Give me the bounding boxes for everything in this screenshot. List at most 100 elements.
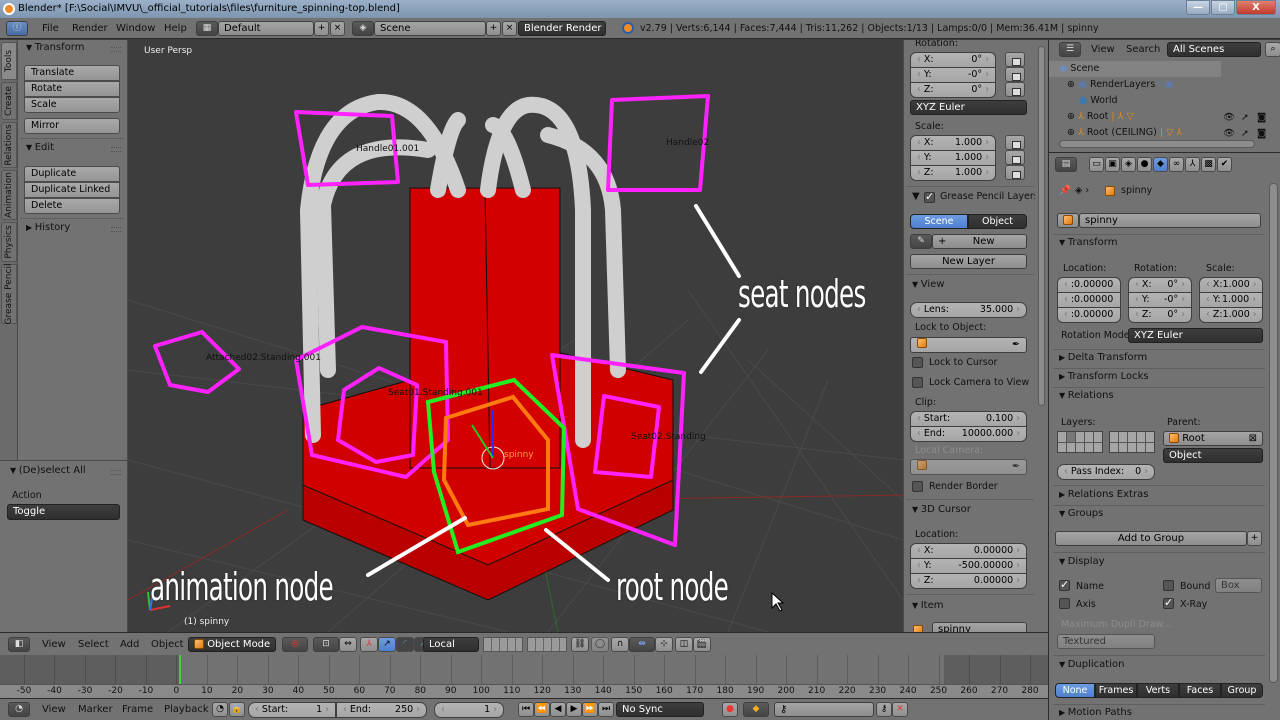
scale-x-field[interactable]: X:1.000 xyxy=(910,135,996,151)
transform-locks-header[interactable]: Transform Locks xyxy=(1059,371,1149,382)
search-icon[interactable]: ⌕ xyxy=(1265,42,1280,57)
tab-animation[interactable]: Animation xyxy=(1,170,17,220)
close-button[interactable]: X xyxy=(1236,0,1276,15)
rotation-x-field[interactable]: X:0° xyxy=(910,52,996,68)
current-frame-marker[interactable] xyxy=(179,655,181,685)
play-icon[interactable]: ▶ xyxy=(566,702,582,717)
expand-icon[interactable]: ⊕ xyxy=(1067,111,1075,122)
remove-layout-button[interactable]: × xyxy=(330,21,345,36)
add-scene-button[interactable]: + xyxy=(486,21,501,36)
cursor-x-field[interactable]: X:0.00000 xyxy=(910,543,1027,559)
outliner-filter-select[interactable]: All Scenes xyxy=(1167,42,1261,57)
pencil-icon[interactable]: ✎ xyxy=(910,234,932,249)
scale-z-field[interactable]: Z:1.000 xyxy=(910,165,996,181)
object-data-tab-icon[interactable]: ⅄ xyxy=(1185,157,1200,172)
record-keyframe-icon[interactable]: ● xyxy=(722,702,738,717)
insert-keyframe-icon[interactable]: ⚷ xyxy=(876,702,892,717)
select-arrow-icon[interactable]: ➚ xyxy=(1241,128,1249,139)
layers-grid-1[interactable] xyxy=(1057,431,1103,453)
shading-mode-icon[interactable]: ◎ xyxy=(282,637,308,652)
keying-set-field[interactable]: ⚷ xyxy=(774,702,874,717)
duplication-header[interactable]: Duplication xyxy=(1059,659,1125,670)
gp-new-button[interactable]: + New xyxy=(932,234,1027,249)
display-axis-checkbox[interactable] xyxy=(1059,598,1070,609)
cursor-z-field[interactable]: Z:0.00000 xyxy=(910,573,1027,589)
scale-y-field[interactable]: Y:1.000 xyxy=(1199,292,1263,308)
clip-end-field[interactable]: End:10000.000 xyxy=(910,426,1027,442)
parent-field[interactable]: Root ⊠ xyxy=(1163,431,1263,446)
pivot-point-icon[interactable]: ⊡ xyxy=(313,637,339,652)
jump-next-key-icon[interactable]: ⏩ xyxy=(582,702,598,717)
item-name-field[interactable]: spinny xyxy=(932,622,1027,632)
add-to-group-button[interactable]: Add to Group xyxy=(1055,531,1247,546)
start-frame-field[interactable]: Start:1 xyxy=(248,702,336,718)
new-layer-button[interactable]: New Layer xyxy=(910,254,1027,269)
panel-grip-icon[interactable] xyxy=(111,470,121,475)
pin-icon[interactable]: 📌 xyxy=(1059,185,1071,196)
menu-window[interactable]: Window xyxy=(116,23,155,34)
panel-grip-icon[interactable] xyxy=(111,147,121,152)
gp-object-tab[interactable]: Object xyxy=(968,214,1027,229)
keying-mode-icon[interactable]: ◆ xyxy=(743,702,769,717)
lock-icon[interactable] xyxy=(1005,52,1025,67)
render-border-checkbox[interactable] xyxy=(912,481,923,492)
physics-tab-icon[interactable]: ✔ xyxy=(1217,157,1232,172)
maximize-button[interactable]: ▢ xyxy=(1211,0,1235,15)
lock-range-icon[interactable]: 🔒 xyxy=(229,702,245,717)
cursor-y-field[interactable]: Y:-500.00000 xyxy=(910,558,1027,574)
translate-button[interactable]: Translate xyxy=(24,65,120,81)
remove-scene-button[interactable]: × xyxy=(502,21,517,36)
lens-field[interactable]: Lens:35.000 xyxy=(910,302,1027,318)
object-browse-icon[interactable] xyxy=(1057,213,1079,228)
timeline-menu-marker[interactable]: Marker xyxy=(78,704,113,715)
panel-grip-icon[interactable] xyxy=(111,227,121,232)
history-panel-header[interactable]: History xyxy=(26,222,71,233)
object-name-field[interactable]: spinny xyxy=(1079,213,1261,228)
scene-layers-1[interactable] xyxy=(483,637,523,652)
timeline-menu-view[interactable]: View xyxy=(42,704,66,715)
scale-y-field[interactable]: Y:1.000 xyxy=(910,150,996,166)
relations-header[interactable]: Relations xyxy=(1059,390,1114,401)
timeline-ruler[interactable]: -50 -40 -30 -20 -10 0 10 20 30 40 50 60 70 80 90 100 110… xyxy=(0,684,1048,698)
3d-cursor-panel-header[interactable]: 3D Cursor xyxy=(912,504,971,515)
outliner-item-root[interactable]: ⊕ ⅄ Root | ⅄ ▽ xyxy=(1067,109,1237,125)
outliner-item-world[interactable]: ● World xyxy=(1079,93,1249,109)
rotate-manipulator-icon[interactable]: ◜ xyxy=(396,637,414,652)
rotation-z-field[interactable]: Z:0° xyxy=(910,82,996,98)
texture-tab-icon[interactable]: ▩ xyxy=(1201,157,1216,172)
delta-transform-header[interactable]: Delta Transform xyxy=(1059,352,1148,363)
constraints-tab-icon[interactable]: ∞ xyxy=(1169,157,1184,172)
snap-icon[interactable]: ∩ xyxy=(611,637,629,652)
display-bound-checkbox[interactable] xyxy=(1163,580,1174,591)
current-frame-field[interactable]: 1 xyxy=(434,702,504,718)
tab-physics[interactable]: Physics xyxy=(1,222,17,262)
clear-parent-icon[interactable]: ⊠ xyxy=(1249,432,1257,445)
render-camera-icon[interactable]: ◙ xyxy=(1257,128,1266,139)
rotate-button[interactable]: Rotate xyxy=(24,81,120,97)
object-tab-icon[interactable]: ◆ xyxy=(1153,157,1168,172)
jump-start-icon[interactable]: ⏮ xyxy=(518,702,534,717)
timeline-menu-playback[interactable]: Playback xyxy=(164,704,209,715)
duplicate-button[interactable]: Duplicate xyxy=(24,166,120,182)
visibility-eye-icon[interactable]: 👁 xyxy=(1223,112,1235,123)
duplication-faces[interactable]: Faces xyxy=(1179,683,1221,698)
editor-type-info-icon[interactable]: ⓘ xyxy=(6,21,28,36)
render-tab-icon[interactable]: ▭ xyxy=(1089,157,1104,172)
tab-relations[interactable]: Relations xyxy=(1,122,17,168)
grease-pencil-expand-icon[interactable]: ▼ xyxy=(912,191,920,202)
scale-x-field[interactable]: X:1.000 xyxy=(1199,277,1263,293)
scene-icon[interactable]: ◈ xyxy=(352,21,374,36)
tab-create[interactable]: Create xyxy=(1,82,17,120)
jump-end-icon[interactable]: ⏭ xyxy=(598,702,614,717)
sync-mode-select[interactable]: No Sync xyxy=(616,702,704,717)
snap-element-icon[interactable]: ⇹ xyxy=(629,637,655,652)
scene-field[interactable]: Scene xyxy=(374,21,486,36)
render-camera-icon[interactable]: ◙ xyxy=(1257,112,1266,123)
pass-index-field[interactable]: Pass Index:0 xyxy=(1057,464,1155,480)
duplication-verts[interactable]: Verts xyxy=(1137,683,1179,698)
panel-grip-icon[interactable] xyxy=(111,47,121,52)
duplication-frames[interactable]: Frames xyxy=(1095,683,1137,698)
3d-viewport[interactable]: User Persp Handle01.001 Handle02 Attache… xyxy=(128,40,903,632)
render-opengl-icon[interactable]: ◫ xyxy=(675,637,693,652)
layers-grid-2[interactable] xyxy=(1109,431,1155,453)
